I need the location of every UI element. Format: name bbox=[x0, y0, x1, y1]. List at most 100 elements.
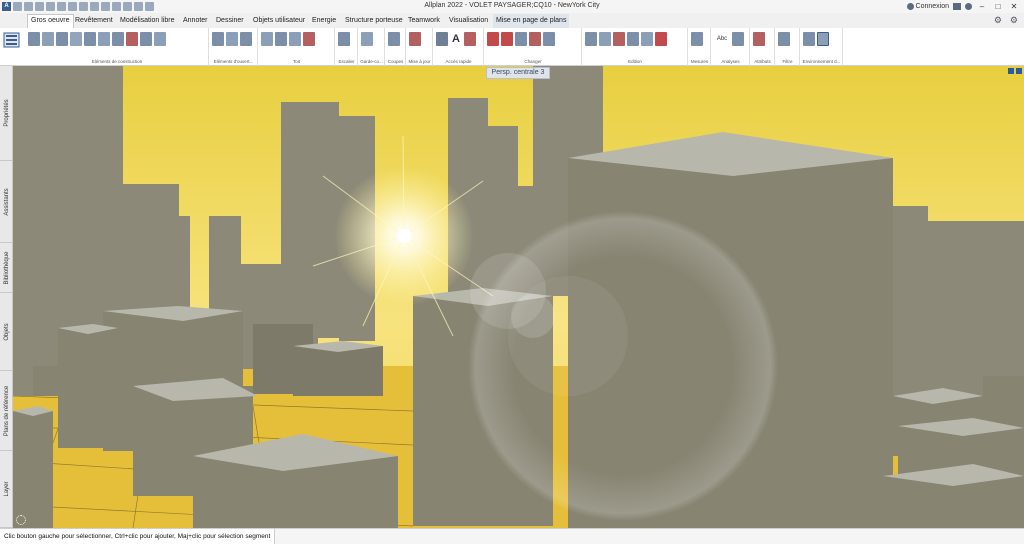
move-icon[interactable] bbox=[599, 32, 611, 46]
open-file-icon[interactable] bbox=[24, 2, 33, 11]
wall-icon[interactable] bbox=[28, 32, 40, 46]
roof-plane-icon[interactable] bbox=[303, 32, 315, 46]
navigation-icon[interactable] bbox=[16, 515, 26, 525]
grid-icon[interactable] bbox=[154, 32, 166, 46]
side-tab-layer[interactable]: Layer bbox=[0, 451, 13, 528]
city-render bbox=[13, 66, 1024, 528]
cart-icon[interactable] bbox=[953, 3, 961, 10]
copy-edit-icon[interactable] bbox=[585, 32, 597, 46]
niche-icon[interactable] bbox=[240, 32, 252, 46]
rotate-icon[interactable] bbox=[613, 32, 625, 46]
minimize-button[interactable]: – bbox=[976, 0, 988, 13]
paste-icon[interactable] bbox=[90, 2, 99, 11]
tab-modelisation-libre[interactable]: Modélisation libre bbox=[117, 14, 177, 28]
opening-icon[interactable] bbox=[98, 32, 110, 46]
layer-manager-icon[interactable] bbox=[101, 2, 110, 11]
group-label: Changer bbox=[524, 59, 542, 64]
viewport-label[interactable]: Persp. centrale 3 bbox=[486, 67, 550, 79]
mirror-icon[interactable] bbox=[627, 32, 639, 46]
side-tab-label: Objets bbox=[3, 322, 10, 341]
dormer-icon[interactable] bbox=[289, 32, 301, 46]
filter-icon[interactable] bbox=[778, 32, 790, 46]
layer-select-icon[interactable] bbox=[2, 30, 22, 50]
railing-icon[interactable] bbox=[361, 32, 373, 46]
undo-icon[interactable] bbox=[57, 2, 66, 11]
tab-visualisation[interactable]: Visualisation bbox=[446, 14, 491, 28]
tab-teamwork[interactable]: Teamwork bbox=[405, 14, 443, 28]
tab-revetement[interactable]: Revêtement bbox=[72, 14, 116, 28]
pick-up-icon[interactable] bbox=[501, 32, 513, 46]
text-icon[interactable]: A bbox=[450, 32, 462, 46]
group-label: Environnement d... bbox=[802, 59, 841, 64]
group-environnement: Environnement d... bbox=[801, 28, 843, 66]
group-label: Mesures bbox=[690, 59, 709, 64]
perspective-viewport[interactable]: Persp. centrale 3 bbox=[13, 66, 1024, 528]
copy-icon[interactable] bbox=[79, 2, 88, 11]
group-label: Accès rapide bbox=[445, 59, 472, 64]
delete-icon[interactable] bbox=[655, 32, 667, 46]
roof-covering-icon[interactable] bbox=[275, 32, 287, 46]
attributes-icon[interactable] bbox=[753, 32, 765, 46]
redo-icon[interactable] bbox=[68, 2, 77, 11]
viewport-close-icon[interactable] bbox=[1016, 68, 1022, 74]
side-tab-assistants[interactable]: Assistants bbox=[0, 161, 13, 243]
abc-icon[interactable]: Abc bbox=[714, 32, 730, 46]
modify-icon[interactable] bbox=[487, 32, 499, 46]
save-icon[interactable] bbox=[35, 2, 44, 11]
tab-annoter[interactable]: Annoter bbox=[180, 14, 211, 28]
allplan-window: A Allplan 2022 - VOLET PAYSAGER;CQ10 - N… bbox=[0, 0, 1024, 544]
line-icon[interactable] bbox=[436, 32, 448, 46]
foundation-icon[interactable] bbox=[84, 32, 96, 46]
update-icon[interactable] bbox=[409, 32, 421, 46]
help-icon[interactable] bbox=[965, 3, 972, 10]
column-icon[interactable] bbox=[56, 32, 68, 46]
group-label: Edition bbox=[628, 59, 642, 64]
settings-gear-icon[interactable]: ⚙ bbox=[994, 15, 1002, 26]
new-file-icon[interactable] bbox=[13, 2, 22, 11]
side-tab-objets[interactable]: Objets bbox=[0, 293, 13, 371]
properties-icon[interactable] bbox=[112, 2, 121, 11]
side-tab-bibliotheque[interactable]: Bibliothèque bbox=[0, 243, 13, 293]
roof-icon[interactable] bbox=[261, 32, 273, 46]
group-filtre: Filtre bbox=[776, 28, 800, 66]
tab-structure-porteuse[interactable]: Structure porteuse bbox=[342, 14, 406, 28]
customize-icon[interactable] bbox=[145, 2, 154, 11]
close-button[interactable]: ✕ bbox=[1008, 0, 1020, 13]
roof-edit-icon[interactable] bbox=[126, 32, 138, 46]
side-tab-label: Propriétés bbox=[3, 99, 10, 127]
snap-icon[interactable] bbox=[803, 32, 815, 46]
stretch-icon[interactable] bbox=[641, 32, 653, 46]
change-properties-icon[interactable] bbox=[515, 32, 527, 46]
modify-points-icon[interactable] bbox=[543, 32, 555, 46]
stair-icon[interactable] bbox=[338, 32, 350, 46]
tab-objets-utilisateur[interactable]: Objets utilisateur bbox=[250, 14, 308, 28]
tools-icon[interactable] bbox=[134, 2, 143, 11]
plane-icon[interactable] bbox=[140, 32, 152, 46]
group-label: Eléments d'ouvert... bbox=[213, 59, 254, 64]
door-icon[interactable] bbox=[226, 32, 238, 46]
tab-energie[interactable]: Energie bbox=[309, 14, 339, 28]
room-icon[interactable] bbox=[112, 32, 124, 46]
section-icon[interactable] bbox=[388, 32, 400, 46]
connexion-button[interactable]: Connexion bbox=[906, 3, 949, 10]
environment-settings-icon[interactable] bbox=[817, 32, 829, 46]
tab-dessiner[interactable]: Dessiner bbox=[213, 14, 247, 28]
dimension-icon[interactable] bbox=[464, 32, 476, 46]
tab-mise-en-page[interactable]: Mise en page de plans bbox=[493, 14, 570, 28]
print-icon[interactable] bbox=[46, 2, 55, 11]
beam-icon[interactable] bbox=[70, 32, 82, 46]
maximize-button[interactable]: □ bbox=[992, 0, 1004, 13]
measure-icon[interactable] bbox=[691, 32, 703, 46]
options-gear-icon[interactable]: ⚙ bbox=[1010, 15, 1018, 26]
window-icon[interactable] bbox=[212, 32, 224, 46]
viewport-restore-icon[interactable] bbox=[1008, 68, 1014, 74]
side-tab-proprietes[interactable]: Propriétés bbox=[0, 66, 13, 161]
change-format-icon[interactable] bbox=[529, 32, 541, 46]
app-logo-icon[interactable]: A bbox=[2, 2, 11, 11]
zoom-icon[interactable] bbox=[123, 2, 132, 11]
slab-icon[interactable] bbox=[42, 32, 54, 46]
report-icon[interactable] bbox=[732, 32, 744, 46]
side-tab-plans-reference[interactable]: Plans de référence bbox=[0, 371, 13, 451]
tab-gros-oeuvre[interactable]: Gros oeuvre bbox=[27, 14, 74, 28]
side-tab-label: Layer bbox=[3, 481, 10, 497]
